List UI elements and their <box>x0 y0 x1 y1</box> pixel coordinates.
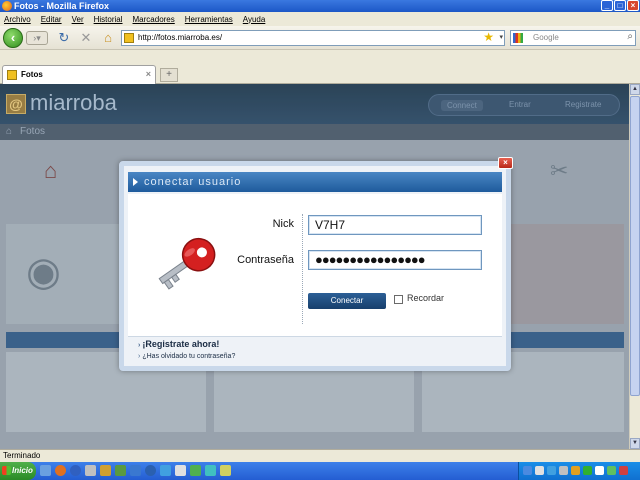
system-tray <box>518 462 640 480</box>
url-dropdown-icon[interactable]: ▾ <box>499 31 503 45</box>
windows-taskbar: Inicio <box>0 462 640 480</box>
page-content: @ miarroba Connect Entrar Registrate ⌂ F… <box>0 84 629 449</box>
remember-checkbox[interactable] <box>394 295 403 304</box>
minimize-button[interactable]: _ <box>601 0 613 11</box>
quicklaunch-app-icon[interactable] <box>85 465 96 476</box>
key-icon <box>158 237 216 290</box>
back-button[interactable]: ‹ <box>3 28 23 48</box>
home-icon[interactable]: ⌂ <box>100 30 116 46</box>
forward-button[interactable]: ›▾ <box>26 31 48 45</box>
tab-title: Fotos <box>21 70 43 79</box>
remember-label[interactable]: Recordar <box>407 293 444 303</box>
google-icon[interactable] <box>513 33 523 43</box>
connect-button[interactable]: Conectar <box>308 293 386 309</box>
forgot-password-link[interactable]: › ¿Has olvidado tu contraseña? <box>138 353 235 360</box>
dialog-header: conectar usuario <box>128 172 502 192</box>
header-arrow-icon <box>133 178 138 186</box>
search-icon[interactable]: ⌕ <box>627 30 633 44</box>
stop-icon[interactable]: ✕ <box>78 30 94 46</box>
maximize-button[interactable]: □ <box>614 0 626 11</box>
tray-app4-icon[interactable] <box>595 466 604 475</box>
dialog-title: conectar usuario <box>144 176 242 188</box>
menu-bar: Archivo Editar Ver Historial Marcadores … <box>0 12 640 26</box>
bookmark-star-icon[interactable]: ★ <box>483 30 494 44</box>
tray-app-icon[interactable] <box>535 466 544 475</box>
quicklaunch-app2-icon[interactable] <box>130 465 141 476</box>
tab-fotos[interactable]: Fotos × <box>2 65 156 84</box>
url-bar[interactable]: http://fotos.miarroba.es/ ★ ▾ <box>121 30 505 46</box>
network-icon[interactable] <box>547 466 556 475</box>
tray-app5-icon[interactable] <box>607 466 616 475</box>
menu-ayuda[interactable]: Ayuda <box>243 15 266 24</box>
quicklaunch-firefox-icon[interactable] <box>55 465 66 476</box>
scroll-up-arrow-icon[interactable]: ▲ <box>630 84 640 95</box>
tray-app2-icon[interactable] <box>571 466 580 475</box>
status-text: Terminado <box>3 451 41 460</box>
site-favicon-icon <box>124 33 134 43</box>
register-link-text[interactable]: ¡Registrate ahora! <box>142 339 219 349</box>
new-tab-button[interactable]: + <box>160 68 178 82</box>
menu-historial[interactable]: Historial <box>94 15 123 24</box>
close-window-button[interactable]: × <box>627 0 639 11</box>
dialog-close-button[interactable]: × <box>498 157 513 169</box>
login-dialog: × conectar usuario Nick V7H7 Contraseña … <box>119 157 513 371</box>
dialog-footer: › ¡Registrate ahora! › ¿Has olvidado tu co… <box>128 336 502 366</box>
password-label: Contraseña <box>237 254 294 266</box>
window-title: Fotos - Mozilla Firefox <box>14 1 110 11</box>
quicklaunch-app5-icon[interactable] <box>190 465 201 476</box>
nick-input[interactable]: V7H7 <box>308 215 482 235</box>
search-input[interactable]: Google ⌕ <box>510 30 636 46</box>
quicklaunch-desktop-icon[interactable] <box>40 465 51 476</box>
menu-herramientas[interactable]: Herramientas <box>185 15 233 24</box>
firefox-icon <box>2 1 12 11</box>
window-titlebar: Fotos - Mozilla Firefox _ □ × <box>0 0 640 12</box>
windows-logo-icon <box>2 466 11 475</box>
form-separator <box>302 214 303 324</box>
tab-close-icon[interactable]: × <box>146 66 151 83</box>
tray-app6-icon[interactable] <box>619 466 628 475</box>
dialog-body: Nick V7H7 Contraseña ●●●●●●●●●●●●●●●● Co… <box>128 194 502 336</box>
quicklaunch-player-icon[interactable] <box>145 465 156 476</box>
tab-favicon-icon <box>7 70 17 80</box>
chevron-right-icon: › <box>138 353 141 360</box>
register-link[interactable]: › ¡Registrate ahora! <box>138 339 219 349</box>
bluetooth-icon[interactable] <box>523 466 532 475</box>
tray-app3-icon[interactable] <box>583 466 592 475</box>
quicklaunch-app7-icon[interactable] <box>220 465 231 476</box>
menu-archivo[interactable]: Archivo <box>4 15 31 24</box>
url-text: http://fotos.miarroba.es/ <box>138 33 223 42</box>
scrollbar-thumb[interactable] <box>630 96 640 396</box>
menu-ver[interactable]: Ver <box>72 15 84 24</box>
reload-icon[interactable]: ↻ <box>56 30 72 46</box>
quicklaunch-ie-icon[interactable] <box>70 465 81 476</box>
password-input[interactable]: ●●●●●●●●●●●●●●●● <box>308 250 482 270</box>
quicklaunch-app3-icon[interactable] <box>160 465 171 476</box>
page-scrollbar[interactable]: ▲ ▼ <box>629 84 640 449</box>
quicklaunch-folder-icon[interactable] <box>100 465 111 476</box>
status-bar: Terminado <box>0 449 640 462</box>
forgot-password-text[interactable]: ¿Has olvidado tu contraseña? <box>142 353 235 360</box>
menu-marcadores[interactable]: Marcadores <box>133 15 175 24</box>
menu-editar[interactable]: Editar <box>41 15 62 24</box>
quicklaunch-app6-icon[interactable] <box>205 465 216 476</box>
nick-label: Nick <box>272 218 294 230</box>
search-placeholder: Google <box>533 33 559 42</box>
start-label: Inicio <box>12 466 33 475</box>
start-button[interactable]: Inicio <box>0 462 36 480</box>
navigation-toolbar: ‹ ›▾ ↻ ✕ ⌂ http://fotos.miarroba.es/ ★ ▾… <box>0 26 640 50</box>
volume-icon[interactable] <box>559 466 568 475</box>
scroll-down-arrow-icon[interactable]: ▼ <box>630 438 640 449</box>
quicklaunch-app4-icon[interactable] <box>175 465 186 476</box>
tab-bar: Fotos × + <box>0 50 640 84</box>
quicklaunch-media-icon[interactable] <box>115 465 126 476</box>
chevron-right-icon: › <box>138 342 141 349</box>
